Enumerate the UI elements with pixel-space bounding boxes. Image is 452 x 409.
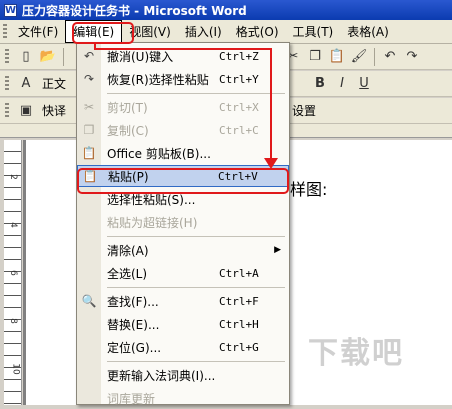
menu-item-shortcut: Ctrl+G bbox=[219, 340, 259, 354]
toolbar-grip[interactable] bbox=[5, 48, 9, 65]
edit-menu-item[interactable]: 🔍 查找(F)... Ctrl+F bbox=[77, 290, 289, 312]
menu-item-label: 查找(F)... bbox=[107, 294, 159, 309]
menu-item-label: 全选(L) bbox=[107, 266, 148, 281]
menu-bar: 文件(F) 编辑(E) 视图(V) 插入(I) 格式(O) 工具(T) 表格(A… bbox=[0, 20, 452, 44]
menu-item-shortcut: Ctrl+F bbox=[219, 294, 259, 308]
submenu-arrow-icon: ▶ bbox=[274, 245, 281, 255]
italic-button[interactable]: I bbox=[333, 75, 351, 93]
menu-item-label: 定位(G)... bbox=[107, 340, 162, 355]
undo-icon[interactable]: ↶ bbox=[381, 48, 399, 66]
toolbar-separator bbox=[63, 47, 64, 66]
scissors-icon: ✂ bbox=[83, 100, 95, 114]
menu-grip-handle[interactable] bbox=[3, 23, 7, 40]
menu-item-shortcut: Ctrl+H bbox=[219, 317, 259, 331]
edit-menu-item: ❐ 复制(C) Ctrl+C bbox=[77, 119, 289, 141]
menu-item-label: Office 剪贴板(B)... bbox=[107, 146, 211, 161]
ruler-number: 2 bbox=[7, 174, 18, 180]
find-icon: 🔍 bbox=[81, 294, 97, 308]
menu-item-icon-slot bbox=[77, 364, 101, 386]
open-folder-icon[interactable]: 📂 bbox=[39, 48, 57, 66]
edit-menu-item[interactable]: 清除(A) ▶ bbox=[77, 239, 289, 261]
menu-item-label: 粘贴为超链接(H) bbox=[107, 215, 198, 230]
menu-item-icon-slot bbox=[77, 387, 101, 409]
format-painter-icon[interactable]: 🖌 bbox=[350, 48, 368, 66]
menu-item-icon-slot bbox=[77, 211, 101, 233]
menu-separator bbox=[107, 236, 285, 237]
ruler-number: 4 bbox=[7, 222, 18, 228]
style-name[interactable]: 正文 bbox=[39, 75, 69, 92]
menu-separator bbox=[107, 287, 285, 288]
annotation-edit-menu-box bbox=[72, 22, 134, 44]
menu-item-label: 更新输入法词典(I)... bbox=[107, 368, 216, 383]
paste-icon[interactable]: 📋 bbox=[328, 48, 346, 66]
menu-item-shortcut: Ctrl+Z bbox=[219, 49, 259, 63]
bold-button[interactable]: B bbox=[311, 75, 329, 93]
menu-item-shortcut: Ctrl+C bbox=[219, 123, 259, 137]
settings-button[interactable]: 设置 bbox=[289, 102, 319, 119]
copy-icon: ❐ bbox=[83, 123, 95, 137]
redo-icon: ↷ bbox=[83, 72, 95, 86]
menu-item-shortcut: Ctrl+X bbox=[219, 100, 259, 114]
quick-translate-button[interactable]: 快译 bbox=[39, 102, 69, 119]
ruler-number: 10 bbox=[10, 363, 21, 375]
clipboard-icon: 📋 bbox=[81, 146, 97, 160]
annotation-paste-box bbox=[77, 168, 289, 194]
menu-item-label: 替换(E)... bbox=[107, 317, 160, 332]
edit-menu-item[interactable]: 📋 Office 剪贴板(B)... bbox=[77, 142, 289, 164]
edit-menu-item: 粘贴为超链接(H) bbox=[77, 211, 289, 233]
menu-table[interactable]: 表格(A) bbox=[340, 21, 396, 42]
toolbar-separator bbox=[374, 47, 375, 66]
edit-menu-dropdown: ↶ 撤消(U)键入 Ctrl+Z ↷ 恢复(R)选择性粘贴 Ctrl+Y ✂ 剪切(T) Ctr… bbox=[76, 42, 290, 406]
menu-item-shortcut: Ctrl+Y bbox=[219, 72, 259, 86]
annotation-arrow-icon bbox=[264, 158, 278, 169]
menu-item-label: 复制(C) bbox=[107, 123, 149, 138]
menu-item-shortcut: Ctrl+A bbox=[219, 266, 259, 280]
menu-format[interactable]: 格式(O) bbox=[229, 21, 286, 42]
edit-menu-item[interactable]: ↷ 恢复(R)选择性粘贴 Ctrl+Y bbox=[77, 68, 289, 90]
menu-item-label: 清除(A) bbox=[107, 243, 149, 258]
ruler-number: 6 bbox=[7, 270, 18, 276]
menu-file[interactable]: 文件(F) bbox=[11, 21, 65, 42]
edit-menu-item: 词库更新 bbox=[77, 387, 289, 409]
underline-button[interactable]: U bbox=[355, 75, 373, 93]
edit-menu-item[interactable]: 定位(G)... Ctrl+G bbox=[77, 336, 289, 358]
menu-item-icon-slot bbox=[77, 262, 101, 284]
menu-item-label: 恢复(R)选择性粘贴 bbox=[107, 72, 209, 87]
edit-menu-item: ✂ 剪切(T) Ctrl+X bbox=[77, 96, 289, 118]
menu-item-label: 剪切(T) bbox=[107, 100, 148, 115]
word-app-icon: W bbox=[4, 3, 17, 17]
document-text[interactable]: 样图: bbox=[290, 176, 327, 200]
menu-separator bbox=[107, 93, 285, 94]
menu-separator bbox=[107, 361, 285, 362]
redo-icon[interactable]: ↷ bbox=[403, 48, 421, 66]
menu-item-icon-slot bbox=[77, 336, 101, 358]
menu-item-label: 撤消(U)键入 bbox=[107, 49, 174, 64]
edit-menu-item[interactable]: 全选(L) Ctrl+A bbox=[77, 262, 289, 284]
vertical-ruler: 2 4 6 8 10 bbox=[4, 140, 22, 405]
menu-item-icon-slot bbox=[77, 313, 101, 335]
edit-menu-item[interactable]: 更新输入法词典(I)... bbox=[77, 364, 289, 386]
menu-item-label: 词库更新 bbox=[107, 391, 156, 406]
menu-tools[interactable]: 工具(T) bbox=[286, 21, 341, 42]
window-title: 压力容器设计任务书 - Microsoft Word bbox=[22, 3, 247, 18]
copy-icon[interactable]: ❐ bbox=[306, 48, 324, 66]
menu-item-icon-slot bbox=[77, 239, 101, 261]
toolbar-grip[interactable] bbox=[5, 75, 9, 92]
edit-menu-item[interactable]: 替换(E)... Ctrl+H bbox=[77, 313, 289, 335]
new-document-icon[interactable]: ▯ bbox=[17, 48, 35, 66]
annotation-line bbox=[270, 48, 272, 164]
styles-icon[interactable]: A bbox=[17, 75, 35, 93]
watermark-logo: 下载吧 bbox=[308, 336, 404, 371]
annotation-line bbox=[94, 48, 272, 50]
title-bar: W 压力容器设计任务书 - Microsoft Word bbox=[0, 0, 452, 20]
toolbar-grip[interactable] bbox=[5, 102, 9, 119]
ruler-number: 8 bbox=[7, 318, 18, 324]
translate-icon[interactable]: ▣ bbox=[17, 102, 35, 120]
menu-insert[interactable]: 插入(I) bbox=[178, 21, 229, 42]
